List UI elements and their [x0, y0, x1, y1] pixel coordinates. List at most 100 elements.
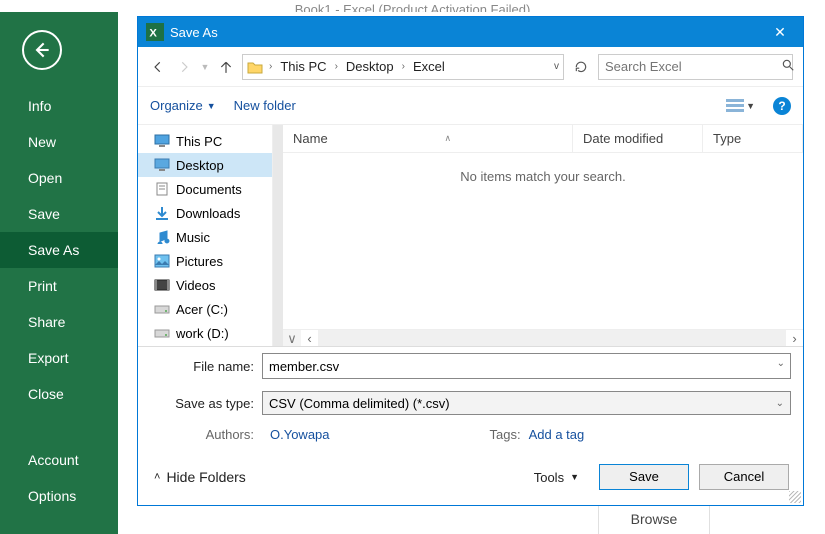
scroll-right-icon[interactable]: › [786, 331, 803, 346]
caret-up-icon: ˄ [154, 471, 160, 483]
filename-dropdown-icon[interactable]: ⌄ [777, 358, 785, 369]
chevron-right-icon[interactable]: › [333, 61, 340, 72]
tree-music[interactable]: Music [138, 225, 272, 249]
download-icon [154, 206, 170, 220]
scroll-left-icon[interactable]: ‹ [301, 331, 318, 346]
chevron-right-icon[interactable]: › [400, 61, 407, 72]
monitor-icon [154, 134, 170, 148]
sidebar-item-account[interactable]: Account [0, 442, 118, 478]
view-options-icon[interactable]: ▼ [726, 99, 755, 113]
drive-icon [154, 326, 170, 340]
tree-videos[interactable]: Videos [138, 273, 272, 297]
sidebar-item-open[interactable]: Open [0, 160, 118, 196]
breadcrumb[interactable]: Excel [411, 59, 447, 74]
nav-recent-dropdown-icon[interactable]: ▼ [200, 57, 210, 77]
sidebar-item-save[interactable]: Save [0, 196, 118, 232]
nav-row: ▼ › This PC › Desktop › Excel v [138, 47, 803, 87]
desktop-icon [154, 158, 170, 172]
search-icon[interactable] [781, 58, 795, 75]
new-folder-button[interactable]: New folder [234, 98, 296, 113]
sidebar-item-options[interactable]: Options [0, 478, 118, 514]
chevron-right-icon[interactable]: › [267, 61, 274, 72]
dialog-title: Save As [170, 25, 765, 40]
authors-label: Authors: [150, 427, 262, 442]
sidebar-item-save-as[interactable]: Save As [0, 232, 118, 268]
nav-back-icon[interactable] [148, 57, 168, 77]
expand-tree-icon[interactable]: ∨ [283, 330, 301, 346]
tree-documents[interactable]: Documents [138, 177, 272, 201]
tree-drive-c[interactable]: Acer (C:) [138, 297, 272, 321]
organize-menu[interactable]: Organize▼ [150, 98, 216, 113]
col-date[interactable]: Date modified [573, 125, 703, 152]
sort-indicator-icon: ∧ [445, 133, 452, 144]
tools-menu[interactable]: Tools▼ [534, 470, 579, 485]
caret-down-icon: ▼ [207, 101, 216, 111]
caret-down-icon: ▼ [570, 472, 579, 482]
column-headers: Name∧ Date modified Type [283, 125, 803, 153]
authors-value[interactable]: O.Yowapa [270, 427, 330, 442]
back-button[interactable] [22, 30, 62, 70]
music-icon [154, 230, 170, 244]
save-button[interactable]: Save [599, 464, 689, 490]
col-type[interactable]: Type [703, 125, 803, 152]
explorer: This PC Desktop Documents Downloads Musi… [138, 125, 803, 347]
sidebar-item-print[interactable]: Print [0, 268, 118, 304]
help-icon[interactable]: ? [773, 97, 791, 115]
svg-text:X: X [149, 28, 157, 40]
sidebar-item-new[interactable]: New [0, 124, 118, 160]
sidebar-item-export[interactable]: Export [0, 340, 118, 376]
filename-label: File name: [150, 359, 262, 374]
tree-this-pc[interactable]: This PC [138, 129, 272, 153]
tree-splitter[interactable] [273, 125, 283, 346]
browse-button[interactable]: Browse [598, 502, 710, 534]
address-dropdown-icon[interactable]: v [554, 61, 559, 72]
filetype-dropdown-icon: ⌄ [776, 398, 784, 409]
hscroll: ∨ ‹ › [283, 329, 803, 346]
file-list-empty: No items match your search. [283, 153, 803, 329]
doc-icon [154, 182, 170, 196]
hide-folders-toggle[interactable]: ˄Hide Folders [146, 469, 246, 485]
search-box[interactable] [598, 54, 793, 80]
save-as-dialog: X Save As ✕ ▼ › This PC › Desktop › Exce… [137, 16, 804, 506]
folder-icon [247, 60, 263, 74]
app-titlebar: Book1 - Excel (Product Activation Failed… [0, 0, 825, 12]
tree-downloads[interactable]: Downloads [138, 201, 272, 225]
sidebar-item-close[interactable]: Close [0, 376, 118, 412]
tree-pictures[interactable]: Pictures [138, 249, 272, 273]
picture-icon [154, 254, 170, 268]
content-area: Browse X Save As ✕ ▼ › This PC › [118, 12, 825, 534]
resize-grip-icon[interactable] [789, 491, 801, 503]
refresh-icon[interactable] [570, 56, 592, 78]
scroll-track[interactable] [318, 330, 786, 346]
meta-row: Authors: O.Yowapa Tags: Add a tag [138, 421, 803, 448]
video-icon [154, 278, 170, 292]
search-input[interactable] [605, 59, 781, 74]
tags-label: Tags: [490, 427, 521, 442]
sidebar-item-share[interactable]: Share [0, 304, 118, 340]
cancel-button[interactable]: Cancel [699, 464, 789, 490]
file-list: Name∧ Date modified Type No items match … [283, 125, 803, 346]
tree-desktop[interactable]: Desktop [138, 153, 272, 177]
drive-icon [154, 302, 170, 316]
filetype-select[interactable]: CSV (Comma delimited) (*.csv) ⌄ [262, 391, 791, 415]
breadcrumb[interactable]: This PC [278, 59, 328, 74]
dialog-titlebar[interactable]: X Save As ✕ [138, 17, 803, 47]
sidebar-item-info[interactable]: Info [0, 88, 118, 124]
tags-value[interactable]: Add a tag [529, 427, 585, 442]
filename-row: File name: ⌄ [138, 347, 803, 385]
breadcrumb[interactable]: Desktop [344, 59, 396, 74]
close-icon[interactable]: ✕ [765, 24, 795, 41]
nav-forward-icon [174, 57, 194, 77]
address-bar[interactable]: › This PC › Desktop › Excel v [242, 54, 564, 80]
excel-icon: X [146, 23, 164, 41]
nav-up-icon[interactable] [216, 57, 236, 77]
filename-input[interactable] [262, 353, 791, 379]
filetype-row: Save as type: CSV (Comma delimited) (*.c… [138, 385, 803, 421]
tree-drive-d[interactable]: work (D:) [138, 321, 272, 345]
arrow-left-icon [32, 40, 52, 60]
filetype-label: Save as type: [150, 396, 262, 411]
file-toolbar: Organize▼ New folder ▼ ? [138, 87, 803, 125]
nav-tree: This PC Desktop Documents Downloads Musi… [138, 125, 273, 346]
button-row: ˄Hide Folders Tools▼ Save Cancel [138, 448, 803, 498]
col-name[interactable]: Name∧ [283, 125, 573, 152]
